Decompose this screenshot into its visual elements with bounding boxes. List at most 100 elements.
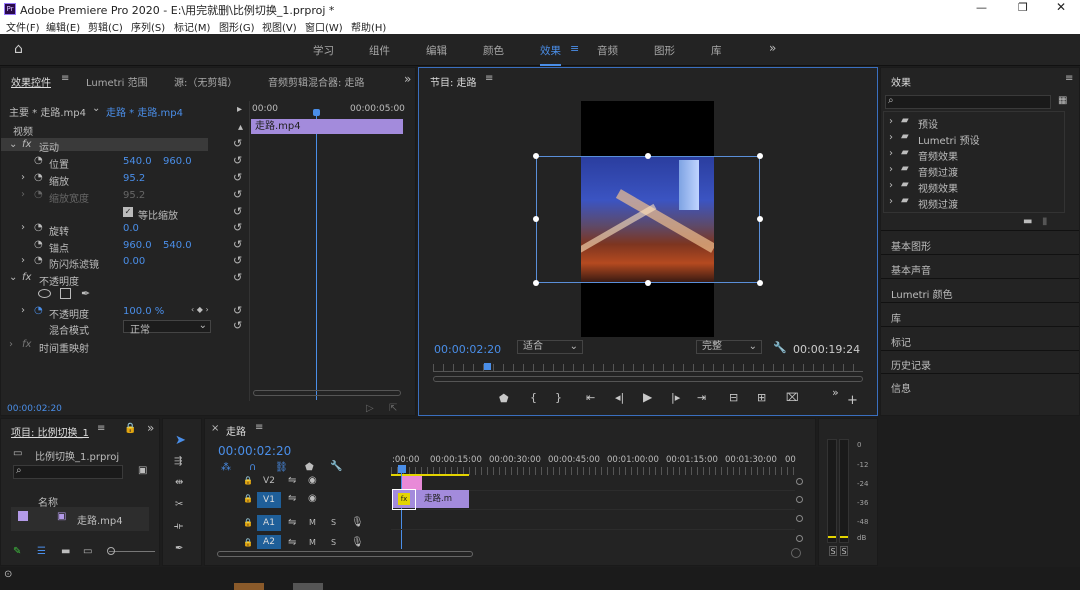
- pen-tool-icon[interactable]: ✒: [175, 543, 183, 554]
- timeline-horizontal-scrollbar[interactable]: [217, 551, 473, 557]
- chevron-right-icon[interactable]: ›: [889, 132, 893, 143]
- track-v2-label[interactable]: V2: [257, 476, 281, 490]
- mute-button[interactable]: M: [309, 518, 316, 527]
- uniform-scale-checkbox[interactable]: ✓: [123, 207, 133, 217]
- close-icon[interactable]: ✕: [1056, 0, 1066, 14]
- lock-track-icon[interactable]: 🔒: [243, 476, 253, 485]
- stopwatch-icon[interactable]: ◔: [34, 155, 43, 166]
- track-a1-label[interactable]: A1: [257, 515, 281, 531]
- solo-left-button[interactable]: S: [829, 546, 837, 556]
- eye-icon[interactable]: ◉: [308, 493, 317, 504]
- anchor-y-value[interactable]: 540.0: [163, 240, 192, 251]
- linked-selection-icon[interactable]: ⛓: [275, 462, 288, 473]
- opacity-value[interactable]: 100.0 %: [123, 306, 164, 317]
- workspace-assembly[interactable]: 组件: [369, 43, 390, 58]
- stopwatch-icon[interactable]: ◔: [34, 222, 43, 233]
- reset-uniform-icon[interactable]: ↺: [233, 205, 242, 218]
- chevron-right-icon[interactable]: ›: [889, 164, 893, 175]
- panel-menu-icon[interactable]: ≡: [485, 73, 493, 84]
- tab-effect-controls[interactable]: 效果控件: [11, 74, 51, 89]
- expand-opacity-icon[interactable]: ›: [21, 305, 25, 316]
- solo-right-button[interactable]: S: [840, 546, 848, 556]
- folder-video-effects[interactable]: 视频效果: [918, 180, 958, 195]
- workspace-editing[interactable]: 编辑: [426, 43, 447, 58]
- slip-tool-icon[interactable]: ⟛: [174, 521, 183, 532]
- panel-history[interactable]: 历史记录: [891, 357, 931, 372]
- mini-scrollbar[interactable]: [253, 390, 401, 396]
- project-item-name[interactable]: 走路.mp4: [77, 512, 123, 527]
- more-tabs-icon[interactable]: »: [404, 72, 411, 86]
- reset-blend-icon[interactable]: ↺: [233, 319, 242, 332]
- motion-row[interactable]: [1, 138, 208, 151]
- sequence-clip-label[interactable]: 走路 * 走路.mp4: [106, 104, 183, 119]
- mini-clip-bar[interactable]: 走路.mp4: [251, 119, 403, 134]
- transform-handle[interactable]: [645, 280, 651, 286]
- razor-tool-icon[interactable]: ✂: [175, 499, 183, 510]
- new-folder-icon[interactable]: ▬: [1023, 216, 1032, 227]
- track-v1-label[interactable]: V1: [257, 492, 281, 508]
- stopwatch-icon[interactable]: ◔: [34, 172, 43, 183]
- workspace-effects[interactable]: 效果: [540, 43, 561, 66]
- panel-lumetri-color[interactable]: Lumetri 颜色: [891, 286, 953, 301]
- mark-out-icon[interactable]: }: [555, 391, 562, 404]
- ellipse-mask-icon[interactable]: [38, 289, 51, 298]
- flicker-value[interactable]: 0.00: [123, 256, 145, 267]
- timeline-playhead-marker[interactable]: [398, 465, 406, 473]
- menu-view[interactable]: 视图(V): [262, 19, 297, 34]
- project-search-input[interactable]: [13, 465, 123, 479]
- menu-file[interactable]: 文件(F): [6, 19, 40, 34]
- workspace-audio[interactable]: 音频: [597, 43, 618, 58]
- transform-handle[interactable]: [533, 280, 539, 286]
- taskbar-item[interactable]: [234, 583, 264, 590]
- reset-flicker-icon[interactable]: ↺: [233, 254, 242, 267]
- lift-icon[interactable]: ⊟: [729, 391, 738, 404]
- more-workspaces-icon[interactable]: »: [769, 41, 776, 55]
- lock-track-icon[interactable]: 🔒: [243, 494, 253, 503]
- chevron-right-icon[interactable]: ›: [889, 148, 893, 159]
- tab-audio-clip-mixer[interactable]: 音频剪辑混合器: 走路: [268, 74, 365, 89]
- new-bin-icon[interactable]: ▦: [1058, 95, 1067, 106]
- eye-icon[interactable]: ◉: [308, 475, 317, 486]
- taskbar-item[interactable]: [293, 583, 323, 590]
- menu-marker[interactable]: 标记(M): [174, 19, 210, 34]
- workspace-menu-icon[interactable]: ≡: [570, 42, 579, 55]
- transform-handle[interactable]: [533, 216, 539, 222]
- menu-clip[interactable]: 剪辑(C): [88, 19, 123, 34]
- track-scroll-dot[interactable]: [796, 535, 803, 542]
- transform-handle[interactable]: [757, 280, 763, 286]
- panel-libraries[interactable]: 库: [891, 310, 901, 325]
- settings-wrench-icon[interactable]: 🔧: [330, 461, 342, 472]
- pen-mask-icon[interactable]: ✒: [81, 287, 90, 300]
- go-to-in-icon[interactable]: ⇤: [586, 391, 595, 404]
- chevron-right-icon[interactable]: ›: [889, 116, 893, 127]
- sync-lock-icon[interactable]: ⇋: [288, 475, 296, 486]
- menu-graphics[interactable]: 图形(G): [219, 19, 255, 34]
- folder-video-transitions[interactable]: 视频过渡: [918, 196, 958, 211]
- zoom-select[interactable]: 适合 ⌄: [517, 340, 583, 354]
- track-scroll-dot[interactable]: [796, 515, 803, 522]
- panel-essential-graphics[interactable]: 基本图形: [891, 238, 931, 253]
- workspace-graphics[interactable]: 图形: [654, 43, 675, 58]
- track-scroll-dot[interactable]: [796, 478, 803, 485]
- label-color-swatch[interactable]: [18, 511, 28, 521]
- mini-timeline[interactable]: 00:00 00:00:05:00 走路.mp4: [249, 101, 405, 401]
- expand-time-remap-icon[interactable]: ›: [9, 339, 13, 350]
- timeline-timecode[interactable]: 00:00:02:20: [218, 444, 291, 458]
- delete-icon[interactable]: ▮: [1042, 216, 1048, 227]
- tab-source[interactable]: 源:（无剪辑）: [174, 74, 237, 89]
- workspace-color[interactable]: 颜色: [483, 43, 504, 58]
- close-tab-icon[interactable]: ×: [211, 423, 219, 434]
- microphone-icon[interactable]: 🎙: [351, 517, 364, 528]
- track-lane-a2[interactable]: [391, 530, 795, 548]
- effects-title[interactable]: 效果: [891, 74, 911, 89]
- snap-icon[interactable]: ∩: [249, 462, 256, 473]
- menu-help[interactable]: 帮助(H): [351, 19, 386, 34]
- chevron-right-icon[interactable]: ›: [889, 180, 893, 191]
- reset-opacity-section-icon[interactable]: ↺: [233, 271, 242, 284]
- ripple-edit-tool-icon[interactable]: ⇹: [175, 477, 183, 488]
- folder-presets[interactable]: 预设: [918, 116, 938, 131]
- workspace-libraries[interactable]: 库: [711, 43, 722, 58]
- panel-essential-sound[interactable]: 基本声音: [891, 262, 931, 277]
- transform-bounding-box[interactable]: [536, 156, 760, 283]
- panel-markers[interactable]: 标记: [891, 334, 911, 349]
